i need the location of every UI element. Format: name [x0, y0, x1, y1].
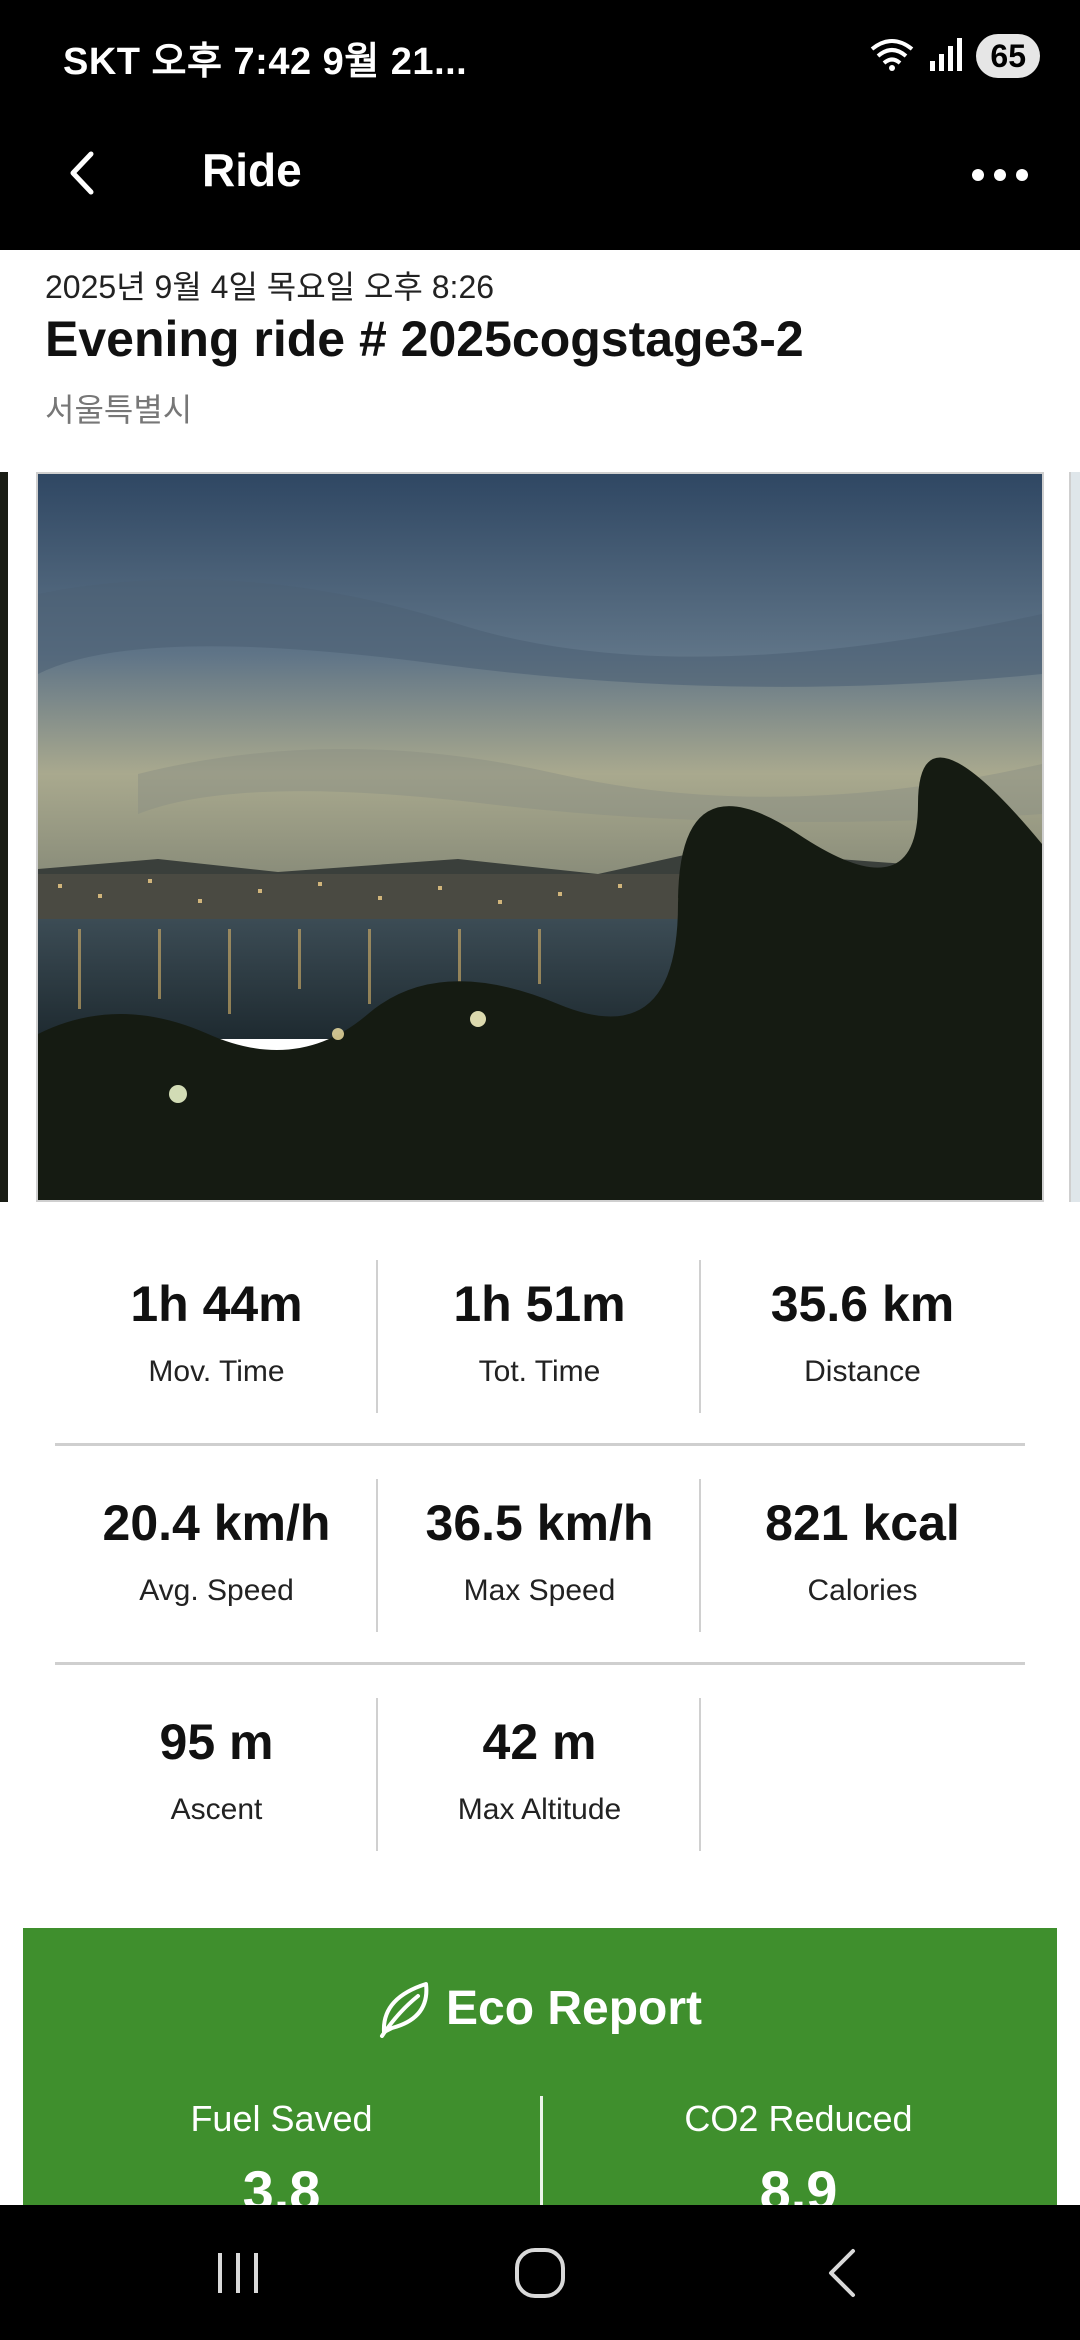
more-options-button[interactable] [960, 155, 1040, 195]
page-title: Ride [202, 144, 302, 196]
stats-divider [55, 1443, 1025, 1446]
stats-row-3: 95 m Ascent 42 m Max Altitude [55, 1693, 1025, 1851]
stat-value: 35.6 km [770, 1276, 955, 1332]
status-bar-text: SKT 오후 7:42 9월 21... [63, 41, 468, 83]
previous-photo[interactable] [0, 472, 8, 1202]
stat-label: Max Speed [463, 1574, 616, 1607]
more-horizontal-icon [972, 169, 984, 181]
stat-max-altitude: 42 m Max Altitude [378, 1693, 701, 1851]
stat-ascent: 95 m Ascent [55, 1693, 378, 1851]
ride-photo[interactable] [36, 472, 1044, 1202]
stat-empty [701, 1693, 1024, 1848]
eco-report-title: Eco Report [445, 1981, 703, 2035]
stats-row-1: 1h 44m Mov. Time 1h 51m Tot. Time 35.6 k… [55, 1255, 1025, 1413]
stat-value: 1h 44m [130, 1276, 303, 1332]
stat-label: Distance [804, 1355, 921, 1388]
stat-label: Tot. Time [478, 1355, 601, 1388]
stat-value: 1h 51m [453, 1276, 626, 1332]
ride-date: 2025년 9월 4일 목요일 오후 8:26 [45, 269, 495, 305]
leaf-icon [379, 1982, 429, 2038]
fuel-saved-label: Fuel Saved [190, 2098, 373, 2139]
signal-icon [928, 37, 963, 76]
stat-label: Avg. Speed [139, 1574, 294, 1607]
stat-label: Mov. Time [148, 1355, 285, 1388]
stat-label: Calories [807, 1574, 918, 1607]
stat-value: 20.4 km/h [102, 1495, 331, 1551]
stat-label: Ascent [170, 1793, 263, 1826]
stat-avg-speed: 20.4 km/h Avg. Speed [55, 1474, 378, 1632]
status-bar: SKT 오후 7:42 9월 21... 65 [0, 0, 1080, 115]
ride-stats: 1h 44m Mov. Time 1h 51m Tot. Time 35.6 k… [55, 1255, 1025, 1851]
stat-value: 36.5 km/h [425, 1495, 654, 1551]
stats-row-2: 20.4 km/h Avg. Speed 36.5 km/h Max Speed… [55, 1474, 1025, 1632]
home-icon [515, 2247, 565, 2298]
stat-value: 42 m [482, 1714, 597, 1770]
stat-calories: 821 kcal Calories [701, 1474, 1024, 1629]
wifi-icon [870, 37, 914, 76]
stat-max-speed: 36.5 km/h Max Speed [378, 1474, 701, 1632]
ride-location: 서울특별시 [45, 392, 193, 428]
stat-distance: 35.6 km Distance [701, 1255, 1024, 1410]
ride-title: Evening ride # 2025cogstage3-2 [45, 311, 804, 367]
battery-badge: 65 [976, 34, 1040, 78]
back-button[interactable] [52, 143, 112, 203]
recents-button[interactable] [178, 2240, 298, 2305]
stat-value: 95 m [159, 1714, 274, 1770]
stats-divider [55, 1662, 1025, 1665]
photo-carousel[interactable] [0, 470, 1080, 1205]
system-nav-bar [0, 2205, 1080, 2340]
eco-report-header: Eco Report [23, 1978, 1057, 2038]
stat-value: 821 kcal [765, 1495, 960, 1551]
stat-moving-time: 1h 44m Mov. Time [55, 1255, 378, 1413]
back-icon [829, 2248, 855, 2297]
home-button[interactable] [480, 2240, 600, 2305]
app-header: Ride [0, 115, 1080, 250]
chevron-left-icon [70, 151, 94, 195]
stat-total-time: 1h 51m Tot. Time [378, 1255, 701, 1413]
co2-reduced-label: CO2 Reduced [684, 2098, 913, 2139]
stat-label: Max Altitude [457, 1793, 622, 1826]
next-photo[interactable] [1069, 472, 1080, 1202]
status-icons: 65 [870, 34, 1040, 78]
system-back-button[interactable] [782, 2240, 902, 2305]
recents-icon [218, 2252, 258, 2293]
